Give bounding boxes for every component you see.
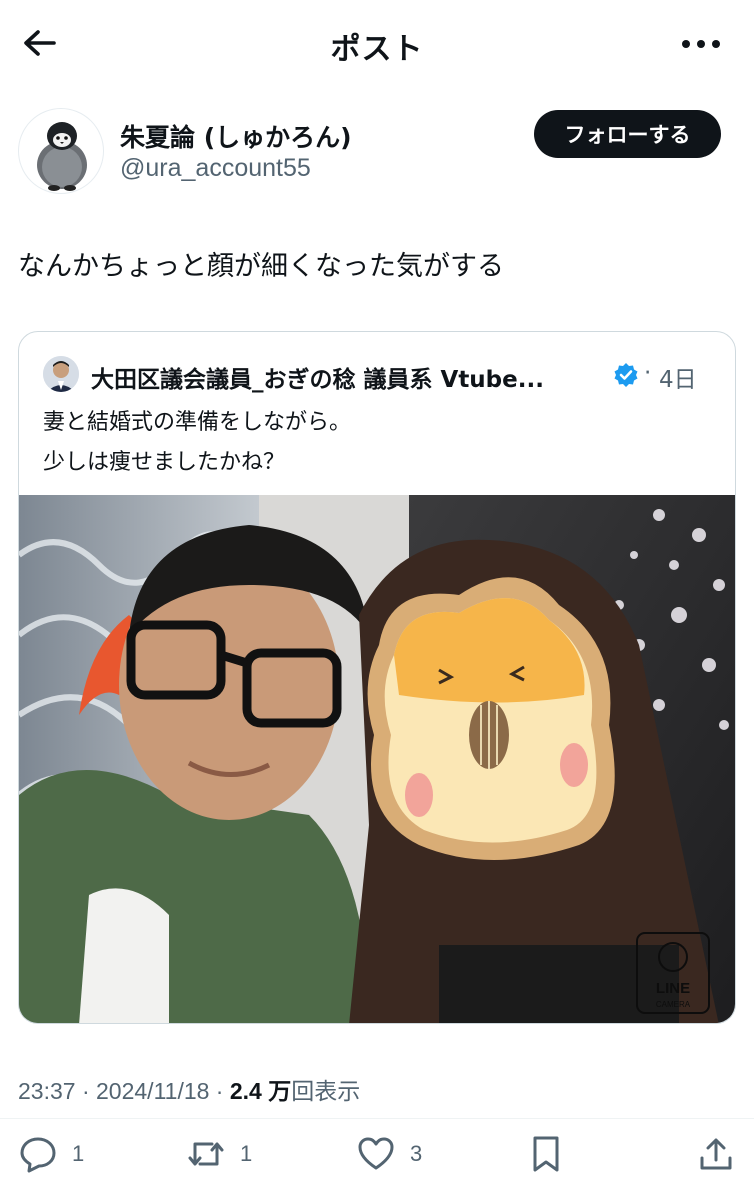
- bookmark-icon: [533, 1136, 559, 1172]
- quoted-timestamp[interactable]: 4日: [659, 360, 697, 394]
- quoted-author-name[interactable]: 大田区議会議員_おぎの稔 議員系 Vtube...: [91, 360, 544, 394]
- reply-button[interactable]: 1: [18, 1130, 84, 1178]
- post-text: なんかちょっと顔が細くなった気がする: [18, 251, 504, 282]
- quoted-text-line: 少しは痩せましたかね？: [43, 450, 286, 475]
- repost-count: 1: [240, 1141, 253, 1166]
- penguin-avatar-icon: [37, 122, 87, 191]
- author-handle[interactable]: @ura_account55: [120, 154, 311, 183]
- view-count: 2.4 万: [229, 1078, 292, 1104]
- top-bar: ポスト: [0, 0, 754, 86]
- person-avatar-icon: [43, 356, 79, 392]
- post-time[interactable]: 23:37: [18, 1078, 76, 1104]
- reply-count: 1: [72, 1141, 85, 1166]
- reply-icon: [20, 1137, 56, 1173]
- bookmark-button[interactable]: [526, 1130, 566, 1178]
- more-options-button[interactable]: [676, 30, 726, 58]
- quoted-photo[interactable]: LINE CAMERA: [19, 495, 735, 1023]
- like-button[interactable]: 3: [356, 1130, 422, 1178]
- quoted-author-avatar[interactable]: [43, 356, 79, 392]
- share-button[interactable]: [696, 1130, 736, 1178]
- divider: [0, 1118, 754, 1119]
- follow-button[interactable]: フォローする: [534, 110, 721, 158]
- author-avatar[interactable]: [18, 108, 104, 194]
- repost-icon: [188, 1142, 224, 1166]
- verified-badge-icon: [613, 362, 639, 388]
- post-metadata: 23:37 · 2024/11/18 · 2.4 万回表示: [18, 1078, 361, 1104]
- repost-button[interactable]: 1: [186, 1130, 252, 1178]
- watermark-line-text: LINE: [656, 980, 690, 997]
- heart-icon: [358, 1137, 394, 1170]
- share-icon: [700, 1138, 732, 1170]
- author-name[interactable]: 朱夏論 (しゅかろん): [120, 118, 352, 154]
- watermark-camera-text: CAMERA: [656, 1000, 691, 1009]
- page-title: ポスト: [330, 32, 424, 67]
- quoted-post-card[interactable]: 大田区議会議員_おぎの稔 議員系 Vtube... · 4日 妻と結婚式の準備を…: [18, 331, 736, 1024]
- like-count: 3: [410, 1141, 423, 1166]
- quoted-separator: ·: [644, 360, 652, 386]
- post-date[interactable]: 2024/11/18: [96, 1078, 209, 1104]
- view-label: 回表示: [291, 1078, 361, 1104]
- more-horizontal-icon: [682, 40, 720, 48]
- quoted-text-line: 妻と結婚式の準備をしながら。: [43, 410, 352, 435]
